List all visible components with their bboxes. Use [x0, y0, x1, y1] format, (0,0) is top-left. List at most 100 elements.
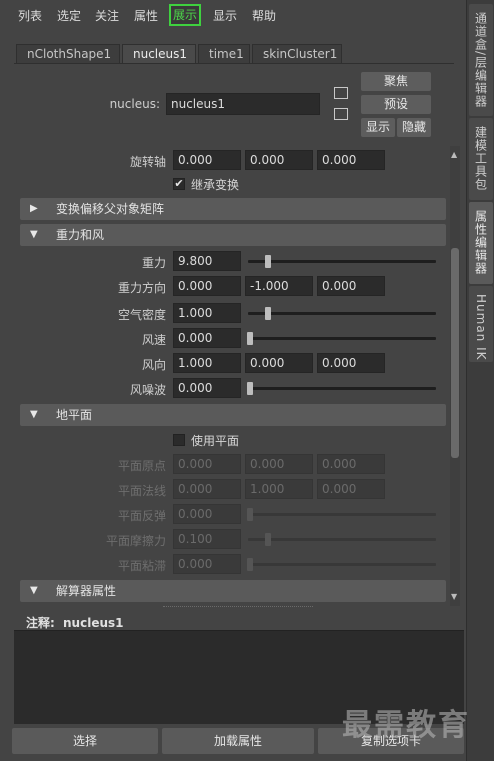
tab-nclothshape1[interactable]: nClothShape1: [16, 44, 120, 63]
tab-channel-box[interactable]: 通道盒/层编辑器: [469, 4, 493, 116]
plane-stickiness-slider-knob[interactable]: [247, 558, 253, 571]
show-button[interactable]: 显示: [361, 118, 395, 137]
wind-speed-field[interactable]: 0.000: [173, 328, 241, 348]
plane-bounce-slider-knob[interactable]: [247, 508, 253, 521]
collapsed-arrow-icon: ▶: [30, 203, 38, 214]
gravity-direction-z[interactable]: 0.000: [317, 276, 385, 296]
notes-label-text: 注释:: [26, 616, 55, 630]
plane-origin-z[interactable]: 0.000: [317, 454, 385, 474]
plane-origin-x[interactable]: 0.000: [173, 454, 241, 474]
wind-speed-label: 风速: [141, 333, 166, 347]
plane-stickiness-label: 平面粘滞: [117, 559, 166, 573]
node-name-field[interactable]: nucleus1: [166, 93, 320, 115]
rotate-axis-z[interactable]: 0.000: [317, 150, 385, 170]
tab-attribute-editor[interactable]: 属性编辑器: [469, 202, 493, 284]
plane-friction-field[interactable]: 0.100: [173, 529, 241, 549]
plane-bounce-field[interactable]: 0.000: [173, 504, 241, 524]
menu-list[interactable]: 列表: [18, 7, 42, 24]
load-attributes-button[interactable]: 加载属性: [162, 728, 314, 754]
gravity-direction-x[interactable]: 0.000: [173, 276, 241, 296]
node-name-label: nucleus:: [109, 97, 160, 111]
use-plane-label: 使用平面: [191, 434, 240, 448]
select-button[interactable]: 选择: [12, 728, 158, 754]
gravity-slider-knob[interactable]: [265, 255, 271, 268]
menu-bar: 列表 选定 关注 属性 展示 显示 帮助: [0, 0, 466, 30]
rotate-axis-x[interactable]: 0.000: [173, 150, 241, 170]
plane-bounce-label: 平面反弹: [117, 509, 166, 523]
menu-select[interactable]: 选定: [57, 7, 81, 24]
plane-normal-z[interactable]: 0.000: [317, 479, 385, 499]
plane-stickiness-slider-track[interactable]: [248, 563, 436, 566]
hide-button[interactable]: 隐藏: [397, 118, 431, 137]
plane-origin-y[interactable]: 0.000: [245, 454, 313, 474]
gravity-label: 重力: [141, 256, 166, 270]
plane-friction-slider-track[interactable]: [248, 538, 436, 541]
wind-speed-slider-track[interactable]: [248, 337, 436, 340]
wind-direction-z[interactable]: 0.000: [317, 353, 385, 373]
wind-noise-label: 风噪波: [129, 383, 166, 397]
menu-show-active[interactable]: 展示: [169, 4, 202, 26]
section-title: 变换偏移父对象矩阵: [56, 202, 165, 216]
expanded-arrow-icon: ▼: [30, 585, 38, 596]
tab-time1[interactable]: time1: [198, 44, 250, 63]
use-plane-checkbox[interactable]: [173, 434, 185, 446]
tab-modeling-toolkit[interactable]: 建模工具包: [469, 118, 493, 200]
focus-button[interactable]: 聚焦: [361, 72, 431, 91]
inherit-transform-checkbox[interactable]: ✔: [173, 178, 185, 190]
expanded-arrow-icon: ▼: [30, 409, 38, 420]
plane-normal-label: 平面法线: [117, 484, 166, 498]
expanded-arrow-icon: ▼: [30, 229, 38, 240]
air-density-slider-knob[interactable]: [265, 307, 271, 320]
tab-divider: [14, 63, 454, 64]
wind-speed-slider-knob[interactable]: [247, 332, 253, 345]
section-ground-plane[interactable]: ▼ 地平面: [20, 404, 446, 426]
gravity-field[interactable]: 9.800: [173, 251, 241, 271]
plane-friction-label: 平面摩擦力: [105, 534, 166, 548]
menu-display[interactable]: 显示: [213, 7, 237, 24]
side-tab-strip: 通道盒/层编辑器 建模工具包 属性编辑器 Human IK: [466, 0, 494, 761]
notes-label: 注释: nucleus1: [26, 614, 124, 631]
section-transform-offset[interactable]: ▶ 变换偏移父对象矩阵: [20, 198, 446, 220]
notes-node-name: nucleus1: [63, 616, 124, 630]
plane-friction-slider-knob[interactable]: [265, 533, 271, 546]
section-title: 解算器属性: [56, 584, 117, 598]
gravity-slider-track[interactable]: [248, 260, 436, 263]
inherit-transform-label: 继承变换: [191, 178, 240, 192]
focus-output-icon[interactable]: [334, 108, 348, 120]
gravity-direction-y[interactable]: -1.000: [245, 276, 313, 296]
menu-help[interactable]: 帮助: [252, 7, 276, 24]
section-title: 地平面: [56, 408, 93, 422]
watermark: 最需教育: [342, 708, 470, 743]
wind-noise-field[interactable]: 0.000: [173, 378, 241, 398]
scroll-up-icon[interactable]: ▲: [451, 150, 457, 159]
wind-direction-label: 风向: [141, 358, 166, 372]
wind-direction-x[interactable]: 1.000: [173, 353, 241, 373]
plane-stickiness-field[interactable]: 0.000: [173, 554, 241, 574]
focus-input-icon[interactable]: [334, 87, 348, 99]
plane-normal-y[interactable]: 1.000: [245, 479, 313, 499]
rotate-axis-label: 旋转轴: [129, 155, 166, 169]
scroll-down-icon[interactable]: ▼: [451, 592, 457, 601]
section-title: 重力和风: [56, 228, 105, 242]
preset-button[interactable]: 预设: [361, 95, 431, 114]
plane-normal-x[interactable]: 0.000: [173, 479, 241, 499]
scrollbar-thumb[interactable]: [451, 248, 459, 458]
rotate-axis-y[interactable]: 0.000: [245, 150, 313, 170]
air-density-field[interactable]: 1.000: [173, 303, 241, 323]
tab-skincluster1[interactable]: skinCluster1: [252, 44, 342, 63]
plane-origin-label: 平面原点: [117, 459, 166, 473]
tab-nucleus1[interactable]: nucleus1: [122, 44, 196, 63]
splitter-handle[interactable]: [163, 606, 313, 607]
plane-bounce-slider-track[interactable]: [248, 513, 436, 516]
gravity-direction-label: 重力方向: [117, 281, 166, 295]
air-density-label: 空气密度: [117, 308, 166, 322]
section-solver-attributes[interactable]: ▼ 解算器属性: [20, 580, 446, 602]
wind-noise-slider-track[interactable]: [248, 387, 436, 390]
section-gravity-wind[interactable]: ▼ 重力和风: [20, 224, 446, 246]
wind-noise-slider-knob[interactable]: [247, 382, 253, 395]
tab-human-ik[interactable]: Human IK: [469, 286, 493, 362]
menu-attributes[interactable]: 属性: [134, 7, 158, 24]
wind-direction-y[interactable]: 0.000: [245, 353, 313, 373]
air-density-slider-track[interactable]: [248, 312, 436, 315]
menu-focus[interactable]: 关注: [95, 7, 119, 24]
